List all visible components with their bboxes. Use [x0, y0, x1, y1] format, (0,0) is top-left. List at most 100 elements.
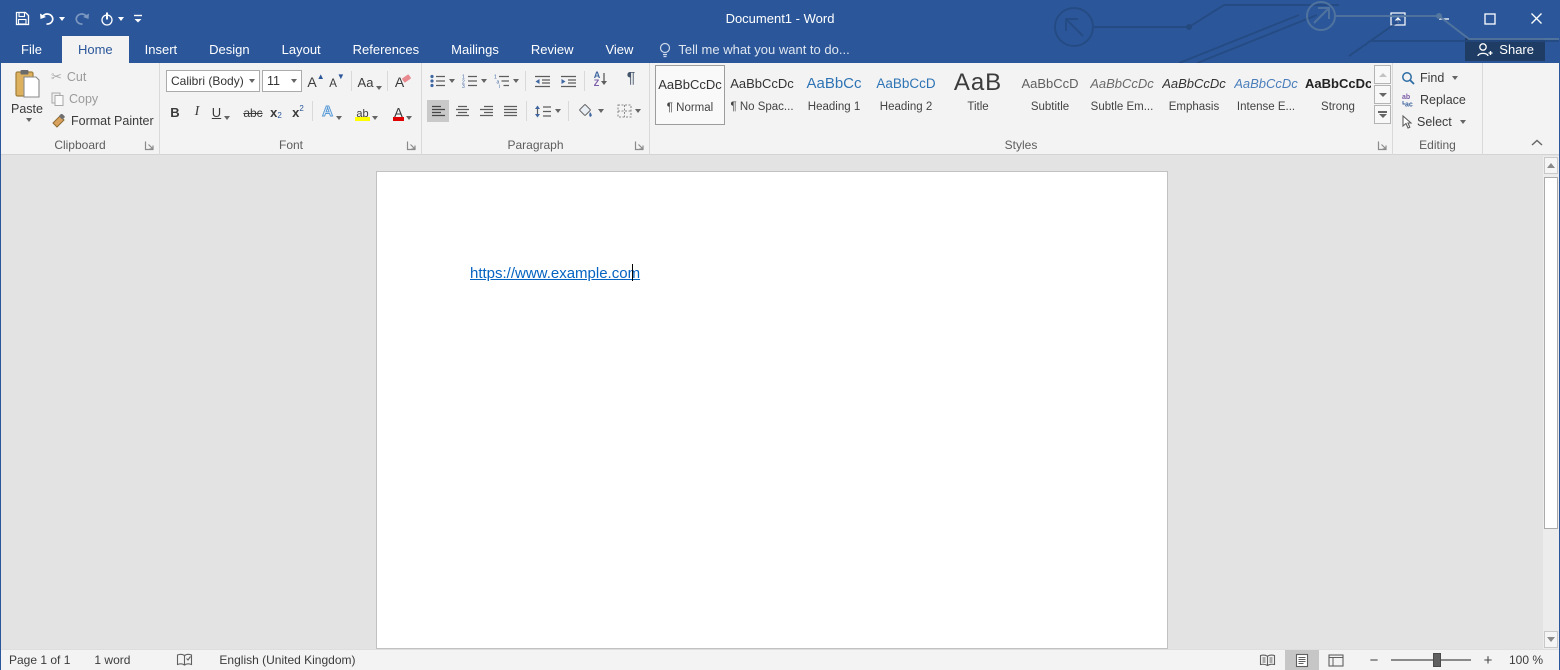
- tell-me-box[interactable]: Tell me what you want to do...: [659, 36, 849, 63]
- tab-references[interactable]: References: [337, 36, 435, 63]
- scroll-down-button[interactable]: [1544, 631, 1558, 648]
- font-name-select[interactable]: Calibri (Body): [166, 70, 260, 92]
- align-right-button[interactable]: [475, 100, 497, 122]
- sort-arrow-icon: [600, 72, 608, 86]
- tab-mailings[interactable]: Mailings: [435, 36, 515, 63]
- tab-insert[interactable]: Insert: [129, 36, 194, 63]
- numbering-button[interactable]: 123: [459, 70, 489, 92]
- change-case-button[interactable]: Aa: [357, 70, 383, 92]
- font-size-select[interactable]: 11: [262, 70, 302, 92]
- zoom-slider-thumb[interactable]: [1433, 653, 1441, 667]
- tab-view[interactable]: View: [589, 36, 649, 63]
- word-count[interactable]: 1 word: [94, 653, 130, 667]
- select-button[interactable]: Select: [1393, 111, 1482, 133]
- proofing-status-icon[interactable]: [176, 653, 193, 667]
- align-left-button[interactable]: [427, 100, 449, 122]
- touch-mode-icon[interactable]: [99, 11, 124, 27]
- style-strong-preview: AaBbCcDc: [1305, 65, 1371, 101]
- style-subtle-emphasis[interactable]: AaBbCcDc Subtle Em...: [1087, 65, 1157, 125]
- vertical-scrollbar[interactable]: [1543, 156, 1559, 649]
- select-arrow-icon: [1401, 115, 1412, 129]
- replace-button[interactable]: abac Replace: [1393, 89, 1482, 111]
- text-effects-button[interactable]: A: [319, 100, 345, 122]
- show-hide-formatting-button[interactable]: ¶: [618, 68, 644, 90]
- sort-button[interactable]: AZ: [588, 68, 614, 90]
- increase-indent-button[interactable]: [556, 70, 580, 92]
- save-icon[interactable]: [15, 11, 30, 26]
- zoom-out-button[interactable]: −: [1367, 652, 1381, 669]
- tab-review[interactable]: Review: [515, 36, 590, 63]
- style-no-spacing[interactable]: AaBbCcDc ¶ No Spac...: [727, 65, 797, 125]
- share-button[interactable]: Share: [1465, 38, 1545, 61]
- replace-icon: abac: [1401, 93, 1415, 107]
- minimize-icon[interactable]: [1421, 1, 1467, 36]
- shading-button[interactable]: [573, 100, 607, 122]
- subscript-button[interactable]: x2: [267, 100, 285, 122]
- decrease-indent-button[interactable]: [530, 70, 554, 92]
- styles-gallery-more-button[interactable]: [1374, 105, 1391, 124]
- clipboard-dialog-launcher-icon[interactable]: [144, 140, 155, 151]
- zoom-level[interactable]: 100 %: [1509, 653, 1543, 667]
- justify-button[interactable]: [499, 100, 521, 122]
- zoom-in-button[interactable]: +: [1481, 652, 1495, 669]
- style-title-preview: AaB: [954, 65, 1002, 101]
- group-paragraph: 123 1ai AZ ¶: [422, 63, 650, 155]
- read-mode-button[interactable]: [1251, 650, 1285, 670]
- style-normal[interactable]: AaBbCcDc ¶ Normal: [655, 65, 725, 125]
- document-area: https://www.example.com: [1, 156, 1559, 649]
- share-label: Share: [1499, 42, 1534, 57]
- web-layout-button[interactable]: [1319, 650, 1353, 670]
- ribbon-home: Paste ✂ Cut Copy Format Painter Clipboar…: [1, 63, 1559, 155]
- clear-formatting-button[interactable]: A: [393, 70, 415, 92]
- align-center-button[interactable]: [451, 100, 473, 122]
- font-dialog-launcher-icon[interactable]: [406, 140, 417, 151]
- style-emphasis[interactable]: AaBbCcDc Emphasis: [1159, 65, 1229, 125]
- select-label: Select: [1417, 115, 1452, 129]
- page-indicator[interactable]: Page 1 of 1: [9, 653, 70, 667]
- style-intense-emphasis[interactable]: AaBbCcDc Intense E...: [1231, 65, 1301, 125]
- borders-button[interactable]: [612, 100, 646, 122]
- style-heading-2[interactable]: AaBbCcD Heading 2: [871, 65, 941, 125]
- line-spacing-button[interactable]: [531, 100, 563, 122]
- superscript-button[interactable]: x2: [289, 100, 307, 122]
- scrollbar-thumb[interactable]: [1544, 177, 1558, 529]
- maximize-icon[interactable]: [1467, 1, 1513, 36]
- bold-button[interactable]: B: [167, 100, 183, 122]
- pilcrow-icon: ¶: [627, 70, 636, 88]
- bullets-button[interactable]: [427, 70, 457, 92]
- document-hyperlink[interactable]: https://www.example.com: [470, 265, 640, 282]
- tab-file[interactable]: File: [1, 36, 62, 63]
- paragraph-dialog-launcher-icon[interactable]: [634, 140, 645, 151]
- multilevel-list-button[interactable]: 1ai: [491, 70, 521, 92]
- print-layout-button[interactable]: [1285, 650, 1319, 670]
- language-indicator[interactable]: English (United Kingdom): [219, 653, 355, 667]
- font-color-button[interactable]: A: [389, 100, 417, 122]
- customize-quick-access-icon[interactable]: [133, 13, 143, 25]
- shrink-font-button[interactable]: A▼: [327, 70, 347, 92]
- tab-layout[interactable]: Layout: [266, 36, 337, 63]
- collapse-ribbon-icon[interactable]: [1531, 139, 1543, 146]
- format-painter-button[interactable]: Format Painter: [51, 110, 154, 132]
- grow-font-button[interactable]: A▲: [306, 70, 326, 92]
- styles-scroll-down-button[interactable]: [1374, 85, 1391, 104]
- scroll-up-button[interactable]: [1544, 157, 1558, 174]
- style-heading-1[interactable]: AaBbCc Heading 1: [799, 65, 869, 125]
- editing-group-label: Editing: [1393, 138, 1482, 152]
- styles-dialog-launcher-icon[interactable]: [1377, 140, 1388, 151]
- tab-home[interactable]: Home: [62, 36, 129, 63]
- paste-button[interactable]: Paste: [5, 65, 49, 137]
- close-icon[interactable]: [1513, 1, 1559, 36]
- underline-button[interactable]: U: [209, 100, 233, 122]
- highlight-color-button[interactable]: ab: [351, 100, 383, 122]
- style-strong[interactable]: AaBbCcDc Strong: [1303, 65, 1373, 125]
- style-title[interactable]: AaB Title: [943, 65, 1013, 125]
- document-page[interactable]: https://www.example.com: [376, 171, 1168, 649]
- strikethrough-button[interactable]: abc: [241, 100, 265, 122]
- find-button[interactable]: Find: [1393, 67, 1482, 89]
- italic-button[interactable]: I: [190, 100, 204, 122]
- zoom-slider[interactable]: [1391, 659, 1471, 661]
- style-subtitle[interactable]: AaBbCcD Subtitle: [1015, 65, 1085, 125]
- undo-icon[interactable]: [39, 11, 65, 26]
- tab-design[interactable]: Design: [193, 36, 265, 63]
- ribbon-display-options-icon[interactable]: [1375, 1, 1421, 36]
